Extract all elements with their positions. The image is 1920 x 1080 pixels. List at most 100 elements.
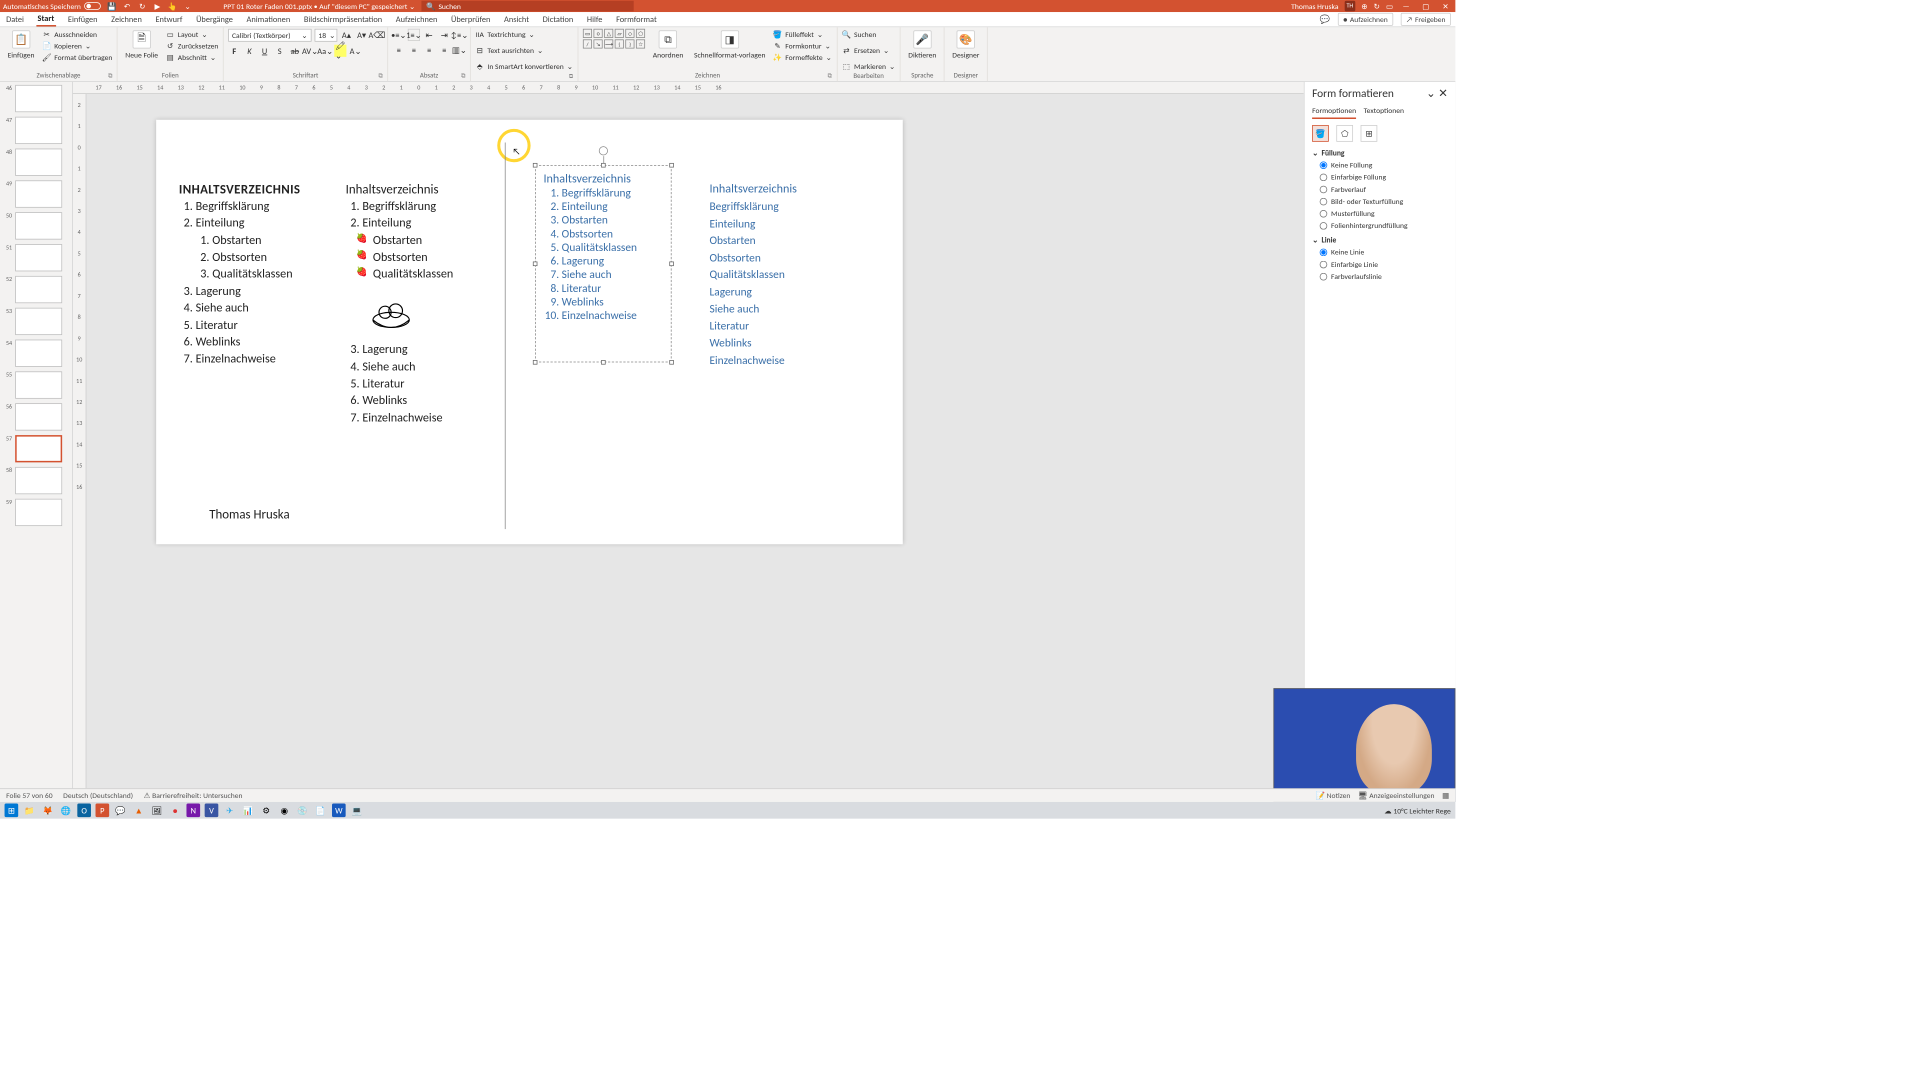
tab-formformat[interactable]: Formformat	[615, 13, 659, 26]
save-icon[interactable]: 💾	[107, 1, 118, 12]
align-left-button[interactable]: ≡	[393, 44, 405, 56]
sync-icon[interactable]: ↻	[1374, 1, 1380, 11]
tab-aufzeichnen[interactable]: Aufzeichnen	[394, 13, 439, 26]
shadow-button[interactable]: S	[274, 45, 286, 57]
tab-zeichnen[interactable]: Zeichnen	[110, 13, 144, 26]
resize-handle[interactable]	[533, 360, 538, 365]
find-button[interactable]: 🔍Suchen	[842, 29, 877, 40]
section-fill[interactable]: ⌄ Füllung	[1312, 148, 1448, 158]
quickstyles-button[interactable]: ◨Schnellformat-vorlagen	[691, 29, 769, 62]
radio-gradient-fill[interactable]: Farbverlauf	[1320, 184, 1448, 194]
tab-datei[interactable]: Datei	[5, 13, 26, 26]
app-icon[interactable]: 💿	[296, 803, 310, 817]
pane-close-icon[interactable]: ✕	[1438, 87, 1448, 101]
visio-icon[interactable]: V	[205, 803, 219, 817]
search-box[interactable]: 🔍 Suchen	[421, 1, 633, 12]
user-avatar[interactable]: TH	[1345, 1, 1356, 12]
smartart-button[interactable]: ⬘In SmartArt konvertieren ⌄	[475, 61, 573, 72]
resize-handle[interactable]	[669, 262, 674, 267]
rotate-handle-icon[interactable]	[599, 146, 608, 155]
shrink-font-icon[interactable]: A▾	[356, 29, 368, 41]
resize-handle[interactable]	[533, 163, 538, 168]
font-name-combo[interactable]: Calibri (Textkörper)⌄	[228, 29, 311, 42]
word-icon[interactable]: W	[332, 803, 346, 817]
undo-icon[interactable]: ↶	[122, 1, 133, 12]
strike-button[interactable]: ab	[289, 45, 301, 57]
bold-button[interactable]: F	[228, 45, 240, 57]
outline-button[interactable]: ✎Formkontur ⌄	[773, 40, 832, 51]
resize-handle[interactable]	[601, 163, 606, 168]
effects-tab-icon[interactable]: ⬠	[1336, 125, 1353, 142]
slide-counter[interactable]: Folie 57 von 60	[6, 791, 52, 801]
tab-ueberpruefen[interactable]: Überprüfen	[450, 13, 492, 26]
redo-icon[interactable]: ↻	[137, 1, 148, 12]
designer-button[interactable]: 🎨Designer	[949, 29, 982, 62]
tab-einfuegen[interactable]: Einfügen	[66, 13, 99, 26]
numbering-button[interactable]: 1≡⌄	[408, 29, 420, 41]
accessibility-check[interactable]: ⚠ Barrierefreiheit: Untersuchen	[144, 791, 243, 801]
vlc-icon[interactable]: ▲	[132, 803, 146, 817]
radio-picture-fill[interactable]: Bild- oder Texturfüllung	[1320, 196, 1448, 206]
tab-hilfe[interactable]: Hilfe	[585, 13, 604, 26]
radio-slide-bg-fill[interactable]: Folienhintergrundfüllung	[1320, 221, 1448, 231]
tab-start[interactable]: Start	[36, 12, 56, 26]
select-button[interactable]: ⬚Markieren ⌄	[842, 61, 896, 72]
copy-button[interactable]: 📄Kopieren ⌄	[42, 40, 112, 51]
thumb-current[interactable]: 57	[2, 435, 71, 462]
ribbon-display-icon[interactable]: ▭	[1386, 1, 1393, 11]
case-button[interactable]: Aa⌄	[319, 45, 331, 57]
app-icon[interactable]: 💻	[350, 803, 364, 817]
effects-button[interactable]: ✨Formeffekte ⌄	[773, 52, 832, 63]
notes-button[interactable]: 📝 Notizen	[1315, 791, 1350, 801]
app-icon[interactable]: 🖼	[150, 803, 164, 817]
share-button[interactable]: ↗ Freigeben	[1401, 13, 1451, 26]
resize-handle[interactable]	[601, 360, 606, 365]
resize-handle[interactable]	[669, 360, 674, 365]
fill-line-tab-icon[interactable]: 🪣	[1312, 125, 1329, 142]
tab-textoptionen[interactable]: Textoptionen	[1364, 105, 1404, 119]
columns-button[interactable]: ▥⌄	[453, 44, 465, 56]
font-color-button[interactable]: A⌄	[349, 45, 361, 57]
filename[interactable]: PPT 01 Roter Faden 001.pptx • Auf "diese…	[223, 1, 415, 11]
layout-button[interactable]: ▭Layout ⌄	[166, 29, 219, 40]
app-icon[interactable]: ◉	[277, 803, 291, 817]
text-direction-button[interactable]: IIATextrichtung ⌄	[475, 29, 535, 40]
format-painter-button[interactable]: 🖌Format übertragen	[42, 52, 112, 63]
align-center-button[interactable]: ≡	[408, 44, 420, 56]
selected-textbox[interactable]: Inhaltsverzeichnis Begriffsklärung Einte…	[535, 165, 671, 362]
section-line[interactable]: ⌄ Linie	[1312, 235, 1448, 245]
replace-button[interactable]: ⇄Ersetzen ⌄	[842, 45, 890, 56]
radio-gradient-line[interactable]: Farbverlaufslinie	[1320, 271, 1448, 281]
font-size-combo[interactable]: 18⌄	[315, 29, 338, 42]
radio-solid-line[interactable]: Einfarbige Linie	[1320, 259, 1448, 269]
tab-uebergaenge[interactable]: Übergänge	[195, 13, 235, 26]
shapes-gallery[interactable]: ▭○△▱◇⬠ /↘⟶{}☆	[583, 29, 645, 49]
record-button[interactable]: ● Aufzeichnen	[1338, 13, 1393, 26]
chrome-icon[interactable]: 🌐	[59, 803, 73, 817]
comments-icon[interactable]: 💬	[1320, 14, 1330, 24]
touch-icon[interactable]: 👆	[167, 1, 178, 12]
display-settings-button[interactable]: 🖥 Anzeigeeinstellungen	[1358, 791, 1435, 801]
tab-praesentation[interactable]: Bildschirmpräsentation	[302, 13, 383, 26]
firefox-icon[interactable]: 🦊	[41, 803, 55, 817]
section-button[interactable]: ▤Abschnitt ⌄	[166, 52, 219, 63]
explorer-icon[interactable]: 📁	[23, 803, 37, 817]
underline-button[interactable]: U	[259, 45, 271, 57]
new-slide-button[interactable]: 🗎 Neue Folie	[122, 29, 161, 62]
indent-button[interactable]: ⇥	[438, 29, 450, 41]
user-name[interactable]: Thomas Hruska	[1291, 1, 1338, 11]
app-icon[interactable]: ●	[168, 803, 182, 817]
outlook-icon[interactable]: O	[77, 803, 91, 817]
slide-editor[interactable]: 1716151413121110987654321012345678910111…	[73, 82, 1304, 788]
cut-button[interactable]: ✂Ausschneiden	[42, 29, 112, 40]
tab-entwurf[interactable]: Entwurf	[154, 13, 184, 26]
paste-button[interactable]: 📋 Einfügen	[5, 29, 38, 62]
radio-no-fill[interactable]: Keine Füllung	[1320, 160, 1448, 170]
app-icon[interactable]: 💬	[114, 803, 128, 817]
align-right-button[interactable]: ≡	[423, 44, 435, 56]
radio-no-line[interactable]: Keine Linie	[1320, 247, 1448, 257]
justify-button[interactable]: ≡	[438, 44, 450, 56]
clear-format-icon[interactable]: A⌫	[371, 29, 383, 41]
close-button[interactable]: ✕	[1439, 1, 1453, 11]
slide-thumbnails[interactable]: 46 47 48 49 50 51 52 53 54 55 56 57 58 5…	[0, 82, 73, 788]
